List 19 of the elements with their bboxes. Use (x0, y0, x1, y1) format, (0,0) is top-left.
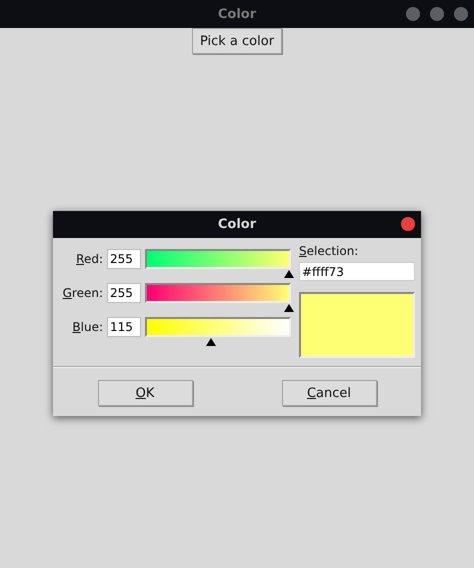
channel-label: Blue: (71, 319, 103, 334)
window-control-icon[interactable] (454, 7, 468, 21)
channel-label: Red: (75, 251, 103, 266)
close-icon[interactable] (401, 217, 415, 231)
channel-value-field[interactable]: 255 (107, 249, 141, 269)
window-control-icon[interactable] (406, 7, 420, 21)
slider-thumb-icon[interactable] (284, 270, 294, 278)
selection-field[interactable]: #ffff73 (299, 262, 415, 281)
dialog-button[interactable]: Cancel (282, 380, 376, 406)
window-control-icon[interactable] (430, 7, 444, 21)
channel-label: Green: (62, 285, 103, 300)
selection-label: Selection: (299, 244, 360, 258)
channel-value-field[interactable]: 115 (107, 317, 141, 337)
slider-thumb-icon[interactable] (284, 304, 294, 312)
dialog-button[interactable]: OK (98, 380, 192, 406)
pick-color-button[interactable]: Pick a color (192, 28, 282, 54)
dialog-title: Color (218, 217, 256, 232)
window-title: Color (218, 6, 256, 22)
channel-value-field[interactable]: 255 (107, 283, 141, 303)
